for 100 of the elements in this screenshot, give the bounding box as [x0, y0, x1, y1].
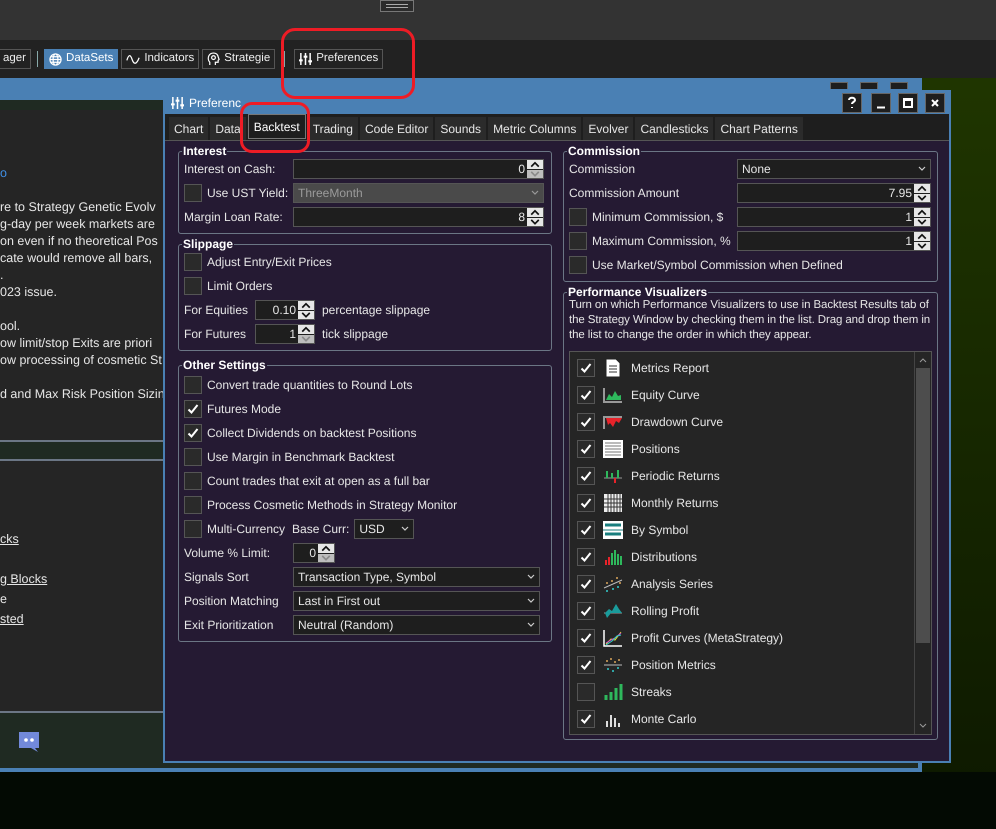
list-item-label[interactable]: By Symbol [631, 520, 688, 538]
checkbox[interactable] [577, 602, 595, 620]
tab[interactable]: Code Editor [360, 117, 434, 140]
checkbox[interactable] [184, 376, 202, 394]
title-bar-button[interactable] [860, 82, 878, 89]
checkbox[interactable] [577, 358, 595, 376]
checkbox[interactable] [577, 466, 595, 484]
list-item-label[interactable]: Position Metrics [631, 656, 716, 674]
chevron-down-icon [918, 166, 926, 172]
list-item-label[interactable]: Analysis Series [631, 574, 714, 592]
grip-icon[interactable] [380, 0, 414, 12]
checkbox-label: Use UST Yield: [207, 185, 288, 202]
list-item-label[interactable]: Periodic Returns [631, 466, 720, 484]
dropdown[interactable]: USD [354, 519, 414, 539]
checkbox[interactable] [184, 520, 202, 538]
list-item-label[interactable]: Equity Curve [631, 386, 700, 404]
checkbox[interactable] [577, 710, 595, 728]
minimize-button[interactable] [871, 93, 891, 113]
globe-icon [49, 52, 62, 66]
number-field[interactable]: 1 [737, 207, 931, 227]
checkbox-label: Count trades that exit at open as a full bar [207, 473, 430, 490]
mountain-chart-icon [603, 602, 623, 620]
tab[interactable]: Data [210, 117, 246, 140]
dropdown[interactable]: Transaction Type, Symbol [293, 567, 540, 587]
list-item-label[interactable]: Monthly Returns [631, 494, 718, 512]
checkbox[interactable] [577, 628, 595, 646]
checkbox[interactable] [569, 256, 587, 274]
list-item-label[interactable]: Drawdown Curve [631, 412, 724, 430]
title-bar-button[interactable] [890, 82, 908, 89]
checkbox[interactable] [577, 440, 595, 458]
tab[interactable]: Trading [308, 117, 358, 140]
toolbar-button[interactable]: DataSets [44, 49, 118, 69]
checkbox[interactable] [184, 496, 202, 514]
checkbox[interactable] [577, 520, 595, 538]
list-item-label[interactable]: Monte Carlo [631, 710, 696, 728]
checkbox[interactable] [184, 400, 202, 418]
toolbar-button[interactable]: Indicators [121, 49, 200, 69]
checkbox[interactable] [577, 682, 595, 700]
scrollbar-thumb[interactable] [916, 368, 930, 643]
dropdown[interactable]: Last in First out [293, 591, 540, 611]
list-item-label[interactable]: Metrics Report [631, 358, 710, 376]
maximize-button[interactable] [898, 93, 918, 113]
list-item-label[interactable]: Streaks [631, 682, 672, 700]
close-button[interactable] [925, 93, 945, 113]
toolbar-button[interactable]: Preferences [294, 49, 384, 69]
checkbox[interactable] [577, 548, 595, 566]
field-label: Exit Prioritization [184, 617, 274, 634]
checkmark-icon [580, 388, 592, 400]
checkbox[interactable] [184, 253, 202, 271]
number-field[interactable]: 0 [293, 159, 544, 179]
checkbox[interactable] [577, 656, 595, 674]
checkbox[interactable] [577, 412, 595, 430]
scrollbar[interactable] [914, 352, 931, 734]
number-field[interactable]: 1 [255, 324, 315, 344]
checkbox[interactable] [184, 448, 202, 466]
checkbox[interactable] [184, 472, 202, 490]
tab[interactable]: Evolver [583, 117, 634, 140]
checkbox[interactable] [577, 494, 595, 512]
checkmark-icon [580, 470, 592, 482]
list-item-label[interactable]: Distributions [631, 548, 698, 566]
chat-bubble-icon[interactable] [18, 730, 40, 752]
help-button[interactable] [842, 93, 862, 113]
group-title: Performance Visualizers [567, 286, 708, 298]
list-item-label[interactable]: Rolling Profit [631, 602, 700, 620]
checkbox[interactable] [577, 574, 595, 592]
number-field[interactable]: 0.10 [255, 300, 315, 320]
minimize-icon [876, 106, 886, 108]
checkmark-icon [580, 442, 592, 454]
link[interactable]: g Blocks [0, 571, 48, 588]
sliders-icon [171, 96, 184, 110]
checkbox-label: Maximum Commission, % [592, 233, 731, 250]
number-field[interactable]: 0 [293, 543, 335, 563]
toolbar-button[interactable]: ager [0, 49, 32, 69]
title-bar-button[interactable] [830, 82, 848, 89]
dropdown[interactable]: None [737, 159, 931, 179]
number-field[interactable]: 7.95 [737, 183, 931, 203]
checkbox[interactable] [569, 208, 587, 226]
checkbox[interactable] [577, 386, 595, 404]
chevron-down-icon [527, 574, 535, 580]
number-field[interactable]: 1 [737, 231, 931, 251]
dropdown[interactable]: Neutral (Random) [293, 615, 540, 635]
checkbox[interactable] [184, 424, 202, 442]
tab[interactable]: Sounds [435, 117, 486, 140]
highlight-outline [240, 102, 310, 153]
number-field[interactable]: 8 [293, 207, 544, 227]
tab[interactable]: Candlesticks [635, 117, 714, 140]
link[interactable]: cks [0, 531, 19, 548]
link[interactable]: sted [0, 611, 24, 628]
tab[interactable]: Metric Columns [488, 117, 582, 140]
table-icon [603, 440, 623, 458]
toolbar-button[interactable]: Strategie [202, 49, 276, 69]
tab[interactable]: Chart Patterns [715, 117, 803, 140]
list-item-label[interactable]: Positions [631, 440, 680, 458]
tab[interactable]: Chart [169, 117, 208, 140]
visualizer-list[interactable] [569, 351, 932, 735]
tab[interactable]: Backtest [248, 114, 306, 139]
list-item-label[interactable]: Profit Curves (MetaStrategy) [631, 628, 784, 646]
link[interactable]: o [0, 165, 7, 182]
checkbox[interactable] [569, 232, 587, 250]
checkbox[interactable] [184, 277, 202, 295]
